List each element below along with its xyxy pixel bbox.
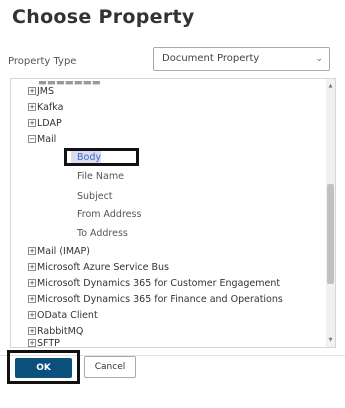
- tree-item-label: Kafka: [37, 102, 64, 113]
- expand-icon[interactable]: +: [28, 278, 36, 287]
- tree-item-kafka[interactable]: + Kafka: [28, 101, 63, 114]
- expand-icon[interactable]: +: [28, 86, 36, 95]
- expand-icon[interactable]: +: [28, 294, 36, 303]
- tree-item-sftp[interactable]: + SFTP: [28, 337, 60, 348]
- tree-item-label: JMS: [37, 86, 55, 97]
- tree-item-label: RabbitMQ: [37, 326, 84, 337]
- dialog-title: Choose Property: [12, 6, 195, 28]
- body-highlight-box: [64, 148, 139, 166]
- tree-item-label: Mail: [37, 134, 57, 145]
- tree-item-azure-service-bus[interactable]: + Microsoft Azure Service Bus: [28, 261, 169, 274]
- collapse-icon[interactable]: −: [28, 134, 36, 143]
- scroll-thumb[interactable]: [327, 184, 334, 284]
- chevron-down-icon: ⌄: [315, 54, 323, 64]
- tree-item-jms[interactable]: + JMS: [28, 85, 54, 98]
- cancel-button[interactable]: Cancel: [84, 356, 136, 378]
- tree-item-label: OData Client: [37, 310, 98, 321]
- tree-item-dynamics-customer-engagement[interactable]: + Microsoft Dynamics 365 for Customer Eng…: [28, 277, 280, 290]
- expand-icon[interactable]: +: [28, 310, 36, 319]
- tree-item-mail-imap[interactable]: + Mail (IMAP): [28, 245, 90, 258]
- tree-item-label: Microsoft Dynamics 365 for Customer Enga…: [37, 278, 281, 289]
- expand-icon[interactable]: +: [28, 118, 36, 127]
- tree-item-dynamics-finance-operations[interactable]: + Microsoft Dynamics 365 for Finance and …: [28, 293, 283, 306]
- property-type-select[interactable]: Document Property ⌄: [153, 47, 330, 71]
- property-tree[interactable]: ▬▬▬▬▬▬▬ + JMS + Kafka + LDAP − Mail Body Fil…: [10, 78, 336, 348]
- ok-button[interactable]: OK: [15, 358, 72, 378]
- tree-item-label: Mail (IMAP): [37, 246, 90, 257]
- expand-icon[interactable]: +: [28, 102, 36, 111]
- tree-item-label: Microsoft Dynamics 365 for Finance and O…: [37, 294, 283, 305]
- tree-item-to-address[interactable]: To Address: [77, 227, 128, 240]
- tree-item-ldap[interactable]: + LDAP: [28, 117, 62, 130]
- expand-icon[interactable]: +: [28, 326, 36, 335]
- tree-item-odata-client[interactable]: + OData Client: [28, 309, 98, 322]
- tree-item-file-name[interactable]: File Name: [77, 170, 124, 183]
- expand-icon[interactable]: +: [28, 246, 36, 255]
- scroll-up-icon[interactable]: ▲: [327, 82, 334, 90]
- choose-property-dialog: Choose Property Property Type Document P…: [0, 0, 345, 408]
- tree-item-label: LDAP: [37, 118, 62, 129]
- tree-scrollbar[interactable]: ▲ ▼: [326, 79, 335, 347]
- scroll-down-icon[interactable]: ▼: [327, 336, 334, 344]
- tree-item-from-address[interactable]: From Address: [77, 208, 141, 221]
- tree-item-label: Microsoft Azure Service Bus: [37, 262, 169, 273]
- property-type-label: Property Type: [8, 56, 77, 67]
- tree-item-mail[interactable]: − Mail: [28, 133, 56, 146]
- expand-icon[interactable]: +: [28, 338, 36, 347]
- tree-item-subject[interactable]: Subject: [77, 190, 113, 203]
- tree-item-label: SFTP: [37, 338, 60, 348]
- property-type-value: Document Property: [162, 53, 260, 64]
- expand-icon[interactable]: +: [28, 262, 36, 271]
